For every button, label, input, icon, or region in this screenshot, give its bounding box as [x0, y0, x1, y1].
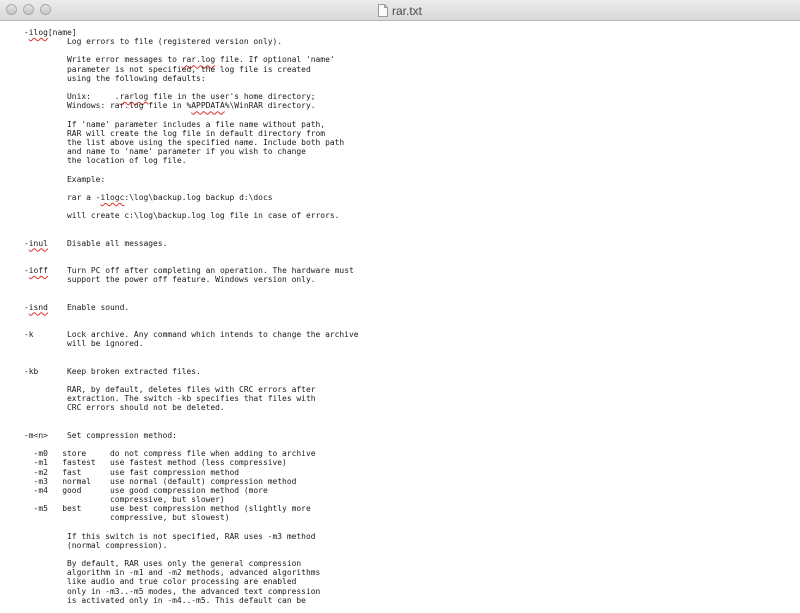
text-line: -m2 fast use fast compression method: [24, 467, 240, 477]
text-line: using the following defaults:: [24, 73, 206, 83]
text-line: support the power off feature. Windows v…: [24, 275, 316, 285]
text-line: RAR will create the log file in default …: [24, 128, 326, 138]
misspelled-word[interactable]: APPDATA: [191, 101, 224, 110]
misspelled-word[interactable]: ilogc: [100, 193, 124, 202]
misspelled-word[interactable]: ioff: [29, 266, 48, 275]
text-line: RAR, by default, deletes files with CRC …: [24, 385, 316, 395]
text-line: -m5 best use best compression method (sl…: [24, 504, 311, 514]
window-title: rar.txt: [391, 3, 422, 18]
text-line: Example:: [24, 174, 106, 184]
text-line: parameter is not specified, the log file…: [24, 64, 311, 74]
window-title-area: rar.txt: [0, 0, 800, 21]
title-bar[interactable]: rar.txt: [0, 0, 800, 21]
text-line: rar a -ilogc:\log\backup.log backup d:\d…: [24, 192, 273, 202]
text-line: -m4 good use good compression method (mo…: [24, 485, 268, 495]
text-line: -m0 store do not compress file when addi…: [24, 449, 316, 459]
text-line: Unix: .rarlog file in the user's home di…: [24, 92, 316, 102]
text-line: Write error messages to rar.log file. If…: [24, 55, 335, 65]
text-line: If 'name' parameter includes a file name…: [24, 119, 326, 129]
text-line: the list above using the specified name.…: [24, 137, 345, 147]
text-line: -ioff Turn PC off after completing an op…: [24, 266, 354, 276]
text-line: compressive, but slower): [24, 494, 225, 504]
text-line: -ilog[name]: [24, 28, 77, 37]
text-line: Log errors to file (registered version o…: [24, 37, 283, 47]
text-line: -k Lock archive. Any command which inten…: [24, 330, 359, 340]
text-line: will be ignored.: [24, 339, 144, 349]
text-line: -m3 normal use normal (default) compress…: [24, 476, 297, 486]
text-line: -isnd Enable sound.: [24, 302, 130, 312]
text-line: compressive, but slowest): [24, 513, 230, 523]
text-line: and name to 'name' parameter if you wish…: [24, 147, 306, 157]
misspelled-word[interactable]: ilog: [29, 28, 48, 37]
misspelled-word[interactable]: inul: [29, 239, 48, 248]
text-line: -inul Disable all messages.: [24, 238, 168, 248]
misspelled-word[interactable]: isnd: [29, 303, 48, 312]
text-line: only in -m3..-m5 modes, the advanced tex…: [24, 586, 321, 596]
text-line: extraction. The switch -kb specifies tha…: [24, 394, 316, 404]
text-line: CRC errors should not be deleted.: [24, 403, 225, 413]
text-line: like audio and true color processing are…: [24, 577, 297, 587]
text-line: Windows: rar.log file in %APPDATA%\WinRA…: [24, 101, 316, 111]
text-line: -m<n> Set compression method:: [24, 430, 177, 440]
text-line: If this switch is not specified, RAR use…: [24, 531, 316, 541]
text-line: will create c:\log\backup.log log file i…: [24, 211, 340, 221]
text-line: -m1 fastest use fastest method (less com…: [24, 458, 287, 468]
misspelled-word[interactable]: rar.log: [182, 55, 215, 64]
text-line: -kb Keep broken extracted files.: [24, 366, 201, 376]
text-editor-window: rar.txt -ilog[name] Log errors to file (…: [0, 0, 800, 613]
document-text-area[interactable]: -ilog[name] Log errors to file (register…: [0, 21, 800, 613]
document-text[interactable]: -ilog[name] Log errors to file (register…: [0, 21, 800, 605]
misspelled-word[interactable]: rarlog: [120, 92, 149, 101]
text-document-icon: [377, 4, 388, 17]
text-line: the location of log file.: [24, 156, 187, 166]
text-line: (normal compression).: [24, 540, 168, 550]
text-line: By default, RAR uses only the general co…: [24, 559, 302, 569]
text-line: is activated only in -m4..-m5. This defa…: [24, 595, 306, 605]
text-line: algorithm in -m1 and -m2 methods, advanc…: [24, 568, 321, 578]
